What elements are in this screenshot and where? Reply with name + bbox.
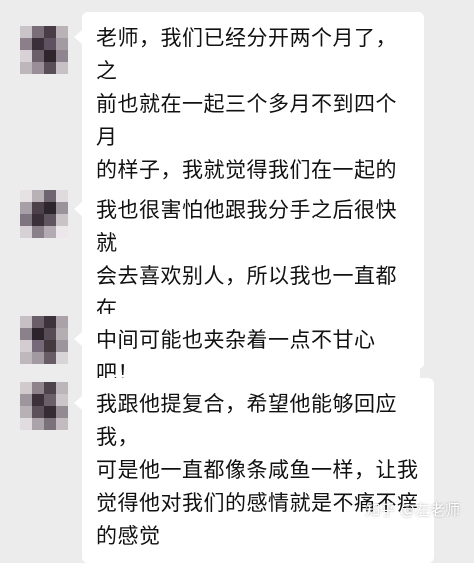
watermark: 知乎 @左老师 <box>365 501 460 519</box>
avatar[interactable] <box>20 382 68 430</box>
avatar[interactable] <box>20 26 68 74</box>
avatar[interactable] <box>20 190 68 238</box>
message-bubble[interactable]: 我跟他提复合，希望他能够回应我， 可是他一直都像条咸鱼一样，让我 觉得他对我们的… <box>74 378 434 563</box>
avatar[interactable] <box>20 316 68 364</box>
